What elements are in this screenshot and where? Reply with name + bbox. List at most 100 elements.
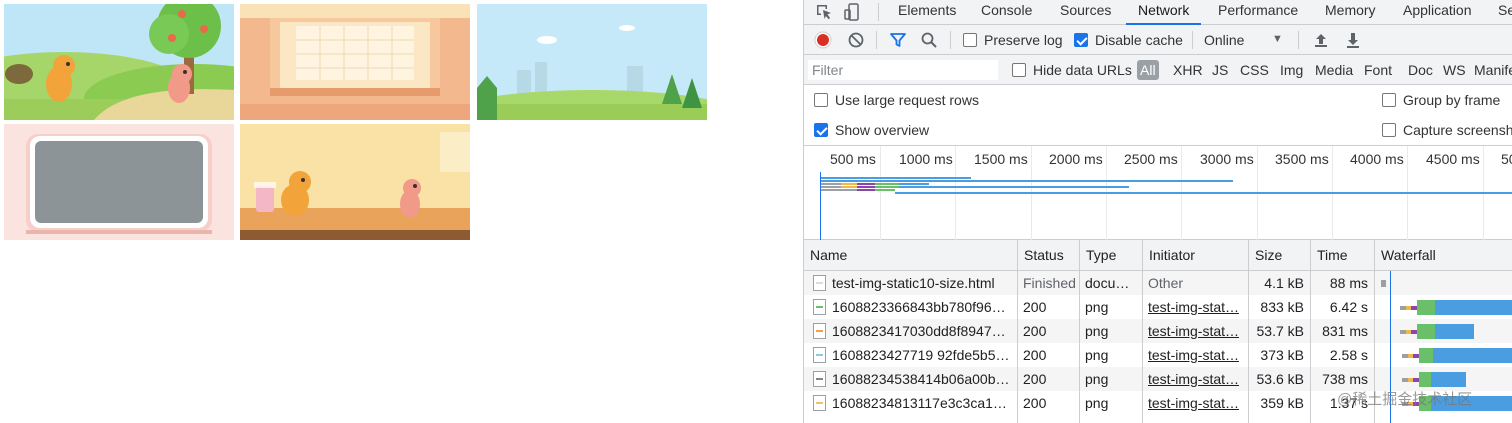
waterfall-bar (1435, 300, 1512, 315)
disable-cache-label: Disable cache (1095, 32, 1183, 48)
chevron-down-icon[interactable]: ▼ (1272, 31, 1283, 47)
device-toolbar-icon[interactable] (843, 2, 863, 22)
waterfall-bar (1417, 324, 1435, 339)
table-row[interactable]: 1608823417030dd8f8947… 200 png test-img-… (804, 319, 1512, 343)
tab-memory[interactable]: Memory (1325, 0, 1376, 25)
request-initiator-link[interactable]: test-img-stat… (1142, 367, 1248, 391)
overview-tick-label: 500 ms (830, 151, 876, 167)
inspect-element-icon[interactable] (814, 2, 834, 22)
request-name: 16088234813117e3c3ca1… (832, 395, 1007, 411)
tab-sources[interactable]: Sources (1060, 0, 1111, 25)
filter-type-img[interactable]: Img (1280, 60, 1303, 80)
toolbar-separator (876, 31, 877, 49)
capture-screenshots-checkbox[interactable] (1382, 123, 1396, 137)
tab-security[interactable]: Se (1498, 0, 1512, 25)
image-tablet-screen[interactable] (4, 124, 234, 240)
waterfall-bar (1431, 372, 1466, 387)
filter-bar: Hide data URLs All XHR JS CSS Img Media … (804, 55, 1512, 85)
column-header-time[interactable]: Time (1310, 240, 1374, 271)
image-room-board[interactable] (240, 4, 470, 120)
column-header-size[interactable]: Size (1248, 240, 1310, 271)
tab-network[interactable]: Network (1125, 0, 1202, 25)
request-type: png (1085, 347, 1109, 363)
request-initiator-link[interactable]: test-img-stat… (1142, 391, 1248, 415)
filter-type-media[interactable]: Media (1315, 60, 1353, 80)
tab-application[interactable]: Application (1403, 0, 1472, 25)
overview-bar (875, 183, 899, 185)
waterfall-bar (1419, 348, 1433, 363)
filter-type-all[interactable]: All (1137, 60, 1159, 80)
large-rows-label: Use large request rows (835, 92, 979, 108)
filter-type-manifest[interactable]: Manife (1474, 60, 1512, 80)
request-name: 1608823366843bb780f96… (832, 299, 1006, 315)
waterfall-bar (1381, 280, 1386, 287)
large-rows-checkbox[interactable] (814, 93, 828, 107)
request-status: 200 (1023, 395, 1047, 411)
request-status: 200 (1023, 299, 1047, 315)
request-name: test-img-static10-size.html (832, 275, 995, 291)
import-har-icon[interactable] (1312, 31, 1330, 49)
request-initiator-link[interactable]: test-img-stat… (1142, 319, 1248, 343)
column-header-name[interactable]: Name (804, 240, 1017, 271)
column-divider[interactable] (1017, 240, 1018, 423)
disable-cache-checkbox[interactable] (1074, 33, 1088, 47)
table-row[interactable]: 1608823427719 92fde5b5… 200 png test-img… (804, 343, 1512, 367)
throttling-select[interactable]: Online (1204, 32, 1244, 48)
request-name: 1608823427719 92fde5b5… (832, 347, 1010, 363)
request-initiator-link[interactable]: test-img-stat… (1142, 295, 1248, 319)
table-row[interactable]: test-img-static10-size.html Finished doc… (804, 271, 1512, 295)
preserve-log-checkbox[interactable] (963, 33, 977, 47)
overview-bar (875, 186, 899, 188)
overview-tick-label: 50 (1501, 151, 1512, 167)
devtools-tabbar: Elements Console Sources Network Perform… (804, 0, 1512, 25)
request-size: 359 kB (1260, 395, 1304, 411)
image-sky-hills[interactable] (477, 4, 707, 120)
group-by-frame-checkbox[interactable] (1382, 93, 1396, 107)
filter-type-css[interactable]: CSS (1240, 60, 1269, 80)
tabbar-separator (878, 3, 879, 21)
overview-tick-label: 1500 ms (974, 151, 1028, 167)
request-initiator-link[interactable]: test-img-stat… (1142, 343, 1248, 367)
column-header-status[interactable]: Status (1017, 240, 1079, 271)
waterfall-bar (1419, 372, 1431, 387)
options-row-1: Use large request rows Group by frame (804, 85, 1512, 115)
export-har-icon[interactable] (1344, 31, 1362, 49)
request-type: png (1085, 395, 1109, 411)
overview-bar (841, 183, 857, 185)
column-header-type[interactable]: Type (1079, 240, 1142, 271)
requests-table-header: Name Status Type Initiator Size Time Wat… (804, 240, 1512, 271)
table-row[interactable]: 1608823366843bb780f96… 200 png test-img-… (804, 295, 1512, 319)
network-overview[interactable]: 500 ms 1000 ms 1500 ms 2000 ms 2500 ms 3… (804, 145, 1512, 241)
request-status: 200 (1023, 347, 1047, 363)
column-header-initiator[interactable]: Initiator (1142, 240, 1248, 271)
search-icon[interactable] (920, 31, 938, 49)
request-status: Finished (1023, 275, 1076, 291)
overview-bar (857, 189, 875, 191)
request-time: 831 ms (1322, 323, 1368, 339)
filter-type-doc[interactable]: Doc (1408, 60, 1433, 80)
image-kitchen-dinosaurs[interactable] (240, 124, 470, 240)
filter-input[interactable] (808, 60, 998, 80)
overview-tick-label: 2000 ms (1049, 151, 1103, 167)
column-divider[interactable] (1310, 240, 1311, 423)
clear-icon[interactable] (847, 31, 865, 49)
filter-type-font[interactable]: Font (1364, 60, 1392, 80)
tab-console[interactable]: Console (981, 0, 1032, 25)
request-size: 373 kB (1260, 347, 1304, 363)
column-divider[interactable] (1142, 240, 1143, 423)
tab-elements[interactable]: Elements (898, 0, 956, 25)
column-divider[interactable] (1079, 240, 1080, 423)
filter-type-js[interactable]: JS (1212, 60, 1228, 80)
filter-type-xhr[interactable]: XHR (1173, 60, 1203, 80)
record-icon[interactable] (814, 31, 832, 49)
filter-type-ws[interactable]: WS (1443, 60, 1466, 80)
image-meadow-dinosaurs[interactable] (4, 4, 234, 120)
column-divider[interactable] (1248, 240, 1249, 423)
overview-bar (895, 192, 1512, 194)
filter-icon[interactable] (889, 31, 907, 49)
hide-data-urls-checkbox[interactable] (1012, 63, 1026, 77)
column-header-waterfall[interactable]: Waterfall (1374, 240, 1512, 271)
request-time: 6.42 s (1329, 299, 1368, 315)
tab-performance[interactable]: Performance (1218, 0, 1298, 25)
show-overview-checkbox[interactable] (814, 123, 828, 137)
